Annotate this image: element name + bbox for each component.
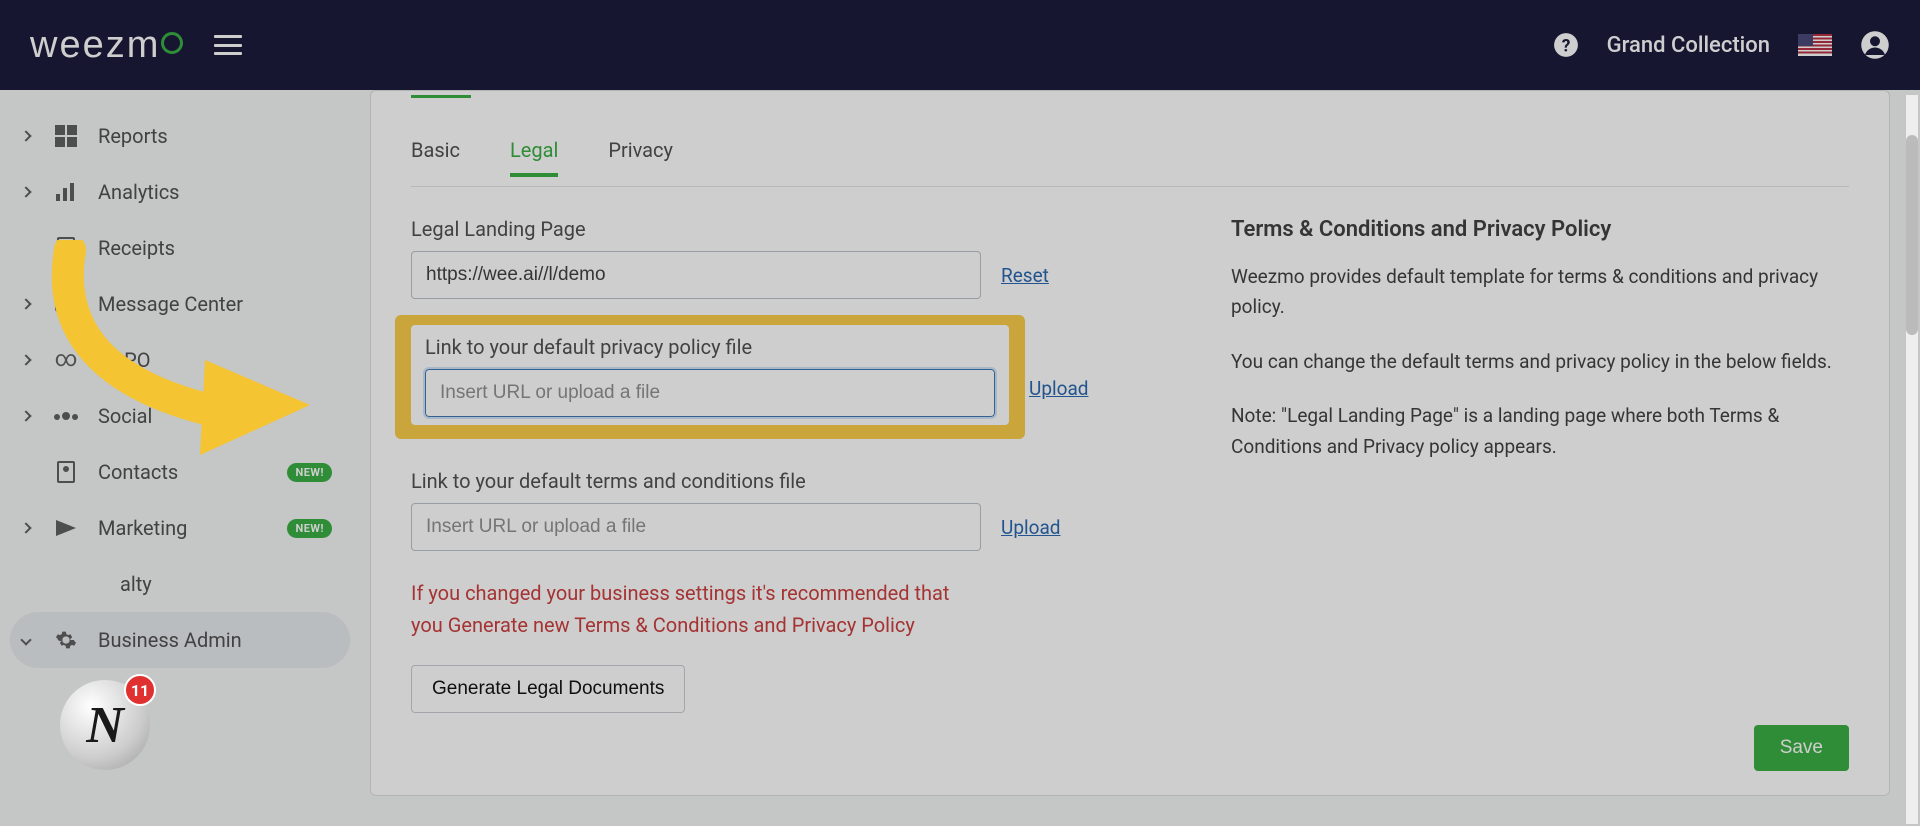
collection-name[interactable]: Grand Collection	[1607, 33, 1770, 58]
save-button[interactable]: Save	[1754, 725, 1849, 771]
sidebar-item-receipts[interactable]: Receipts	[10, 220, 350, 276]
hamburger-menu-icon[interactable]	[214, 35, 242, 55]
terms-file-input[interactable]	[411, 503, 981, 551]
sidebar-item-loyalty[interactable]: alty	[10, 556, 350, 612]
info-text: Weezmo provides default template for ter…	[1231, 262, 1849, 323]
social-icon	[54, 404, 78, 428]
message-icon	[54, 292, 78, 316]
reset-link[interactable]: Reset	[1001, 264, 1049, 287]
sidebar-item-label: alty	[120, 572, 332, 596]
warning-text: If you changed your business settings it…	[411, 577, 971, 641]
sidebar-item-label: Receipts	[98, 236, 332, 260]
new-badge: NEW!	[287, 519, 332, 538]
sidebar-item-label: Contacts	[98, 460, 267, 484]
sidebar: Reports Analytics Receipts Message Cente…	[0, 90, 360, 826]
top-bar: weezm ? Grand Collection	[0, 0, 1920, 90]
sidebar-item-analytics[interactable]: Analytics	[10, 164, 350, 220]
sidebar-item-ropo[interactable]: ∞ ROPO	[10, 332, 350, 388]
flag-us-icon[interactable]	[1798, 34, 1832, 56]
help-icon[interactable]: ?	[1553, 32, 1579, 58]
scrollbar-thumb[interactable]	[1906, 135, 1918, 335]
sidebar-item-label: Reports	[98, 124, 332, 148]
ropo-icon: ∞	[54, 348, 78, 372]
sidebar-item-label: Marketing	[98, 516, 267, 540]
upload-privacy-link[interactable]: Upload	[1029, 377, 1089, 400]
tab-privacy[interactable]: Privacy	[608, 138, 673, 176]
generate-legal-button[interactable]: Generate Legal Documents	[411, 665, 685, 713]
tab-basic[interactable]: Basic	[411, 138, 460, 176]
marketing-icon	[54, 516, 78, 540]
active-top-tab-indicator	[411, 95, 471, 98]
receipts-icon	[54, 236, 78, 260]
sidebar-item-social[interactable]: Social	[10, 388, 350, 444]
terms-file-label: Link to your default terms and condition…	[411, 469, 1111, 493]
upload-terms-link[interactable]: Upload	[1001, 516, 1061, 539]
chat-bubble[interactable]: N 11	[60, 680, 150, 770]
sidebar-item-label: Analytics	[98, 180, 332, 204]
sidebar-item-message-center[interactable]: Message Center	[10, 276, 350, 332]
tutorial-highlight: Link to your default privacy policy file	[395, 315, 1025, 439]
settings-card: Basic Legal Privacy Legal Landing Page R…	[370, 90, 1890, 796]
svg-text:?: ?	[1561, 37, 1570, 57]
sidebar-item-reports[interactable]: Reports	[10, 108, 350, 164]
subtabs: Basic Legal Privacy	[411, 98, 1849, 187]
dashboard-icon	[54, 124, 78, 148]
tab-legal[interactable]: Legal	[510, 138, 558, 176]
notification-badge: 11	[124, 674, 156, 706]
gear-icon	[54, 628, 78, 652]
account-icon[interactable]	[1860, 30, 1890, 60]
sidebar-item-label: ROPO	[98, 348, 332, 372]
scrollbar[interactable]	[1906, 95, 1918, 824]
sidebar-item-label: Social	[98, 404, 332, 428]
landing-page-label: Legal Landing Page	[411, 217, 1111, 241]
app-logo: weezm	[30, 24, 184, 67]
chat-bubble-letter: N	[86, 696, 124, 755]
sidebar-item-contacts[interactable]: Contacts NEW!	[10, 444, 350, 500]
landing-page-input[interactable]	[411, 251, 981, 299]
privacy-file-label: Link to your default privacy policy file	[425, 335, 995, 359]
sidebar-item-business-admin[interactable]: Business Admin	[10, 612, 350, 668]
new-badge: NEW!	[287, 463, 332, 482]
info-title: Terms & Conditions and Privacy Policy	[1231, 217, 1849, 242]
sidebar-item-label: Message Center	[98, 292, 332, 316]
info-text: Note: "Legal Landing Page" is a landing …	[1231, 401, 1849, 462]
analytics-icon	[54, 180, 78, 204]
info-text: You can change the default terms and pri…	[1231, 347, 1849, 377]
privacy-file-input[interactable]	[425, 369, 995, 417]
sidebar-item-label: Business Admin	[98, 628, 332, 652]
contacts-icon	[54, 460, 78, 484]
sidebar-item-marketing[interactable]: Marketing NEW!	[10, 500, 350, 556]
